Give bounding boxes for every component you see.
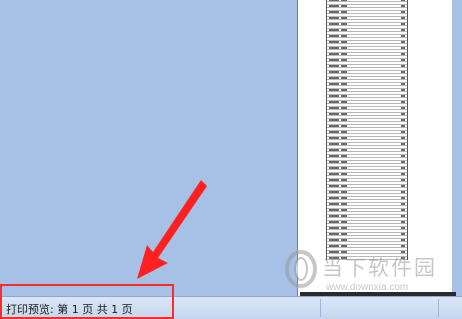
preview-row-line: [327, 190, 407, 191]
watermark: 当下软件园 www.downxia.com: [282, 248, 462, 298]
preview-row-line: [327, 16, 407, 17]
preview-row-line: [327, 10, 407, 11]
preview-row-line: [327, 130, 407, 131]
preview-row-line: [327, 43, 407, 44]
preview-row-line: [327, 121, 407, 122]
preview-row-line: [327, 163, 407, 164]
preview-row-line: [327, 229, 407, 230]
preview-row-line: [327, 136, 407, 137]
preview-row-line: [327, 148, 407, 149]
preview-row-line: [327, 238, 407, 239]
preview-row-line: [327, 172, 407, 173]
watermark-title: 当下软件园: [322, 256, 437, 280]
preview-row-line: [327, 115, 407, 116]
preview-row-line: [327, 103, 407, 104]
preview-row-line: [327, 88, 407, 89]
preview-row-line: [327, 97, 407, 98]
preview-row-line: [327, 61, 407, 62]
preview-row-line: [327, 235, 407, 236]
preview-row-line: [327, 28, 407, 29]
preview-row-line: [327, 181, 407, 182]
preview-row-line: [327, 46, 407, 47]
preview-row-line: [327, 205, 407, 206]
preview-row-line: [327, 169, 407, 170]
preview-row-line: [327, 151, 407, 152]
highlight-box: [0, 284, 174, 319]
preview-row-line: [327, 91, 407, 92]
preview-row-line: [327, 199, 407, 200]
preview-row-line: [327, 19, 407, 20]
preview-row-line: [327, 64, 407, 65]
preview-row-line: [327, 106, 407, 107]
preview-row-line: [327, 118, 407, 119]
preview-row-line: [327, 40, 407, 41]
preview-row-line: [327, 196, 407, 197]
preview-row-line: [327, 193, 407, 194]
preview-row-line: [327, 49, 407, 50]
preview-row-line: [327, 1, 407, 2]
preview-row-line: [327, 178, 407, 179]
preview-row-line: [327, 166, 407, 167]
preview-row-line: [327, 7, 407, 8]
preview-row-line: [327, 112, 407, 113]
preview-row-line: [327, 4, 407, 5]
watermark-url: www.downxia.com: [326, 282, 409, 293]
preview-page-table: [326, 0, 408, 260]
preview-row-line: [327, 214, 407, 215]
preview-row-line: [327, 73, 407, 74]
preview-row-line: [327, 25, 407, 26]
preview-row-line: [327, 55, 407, 56]
preview-row-line: [327, 85, 407, 86]
preview-row-line: [327, 31, 407, 32]
preview-row-line: [327, 175, 407, 176]
preview-row-line: [327, 133, 407, 134]
preview-row-line: [327, 76, 407, 77]
preview-row-line: [327, 34, 407, 35]
preview-row-line: [327, 241, 407, 242]
preview-row-line: [327, 145, 407, 146]
preview-row-line: [327, 187, 407, 188]
preview-row-line: [327, 67, 407, 68]
preview-row-line: [327, 226, 407, 227]
preview-row-line: [327, 232, 407, 233]
preview-row-line: [327, 109, 407, 110]
preview-row-line: [327, 94, 407, 95]
preview-row-line: [327, 244, 407, 245]
preview-row-line: [327, 142, 407, 143]
status-separator: [438, 299, 439, 317]
status-separator: [320, 299, 321, 317]
preview-row-line: [327, 52, 407, 53]
preview-row-line: [327, 202, 407, 203]
preview-row-line: [327, 211, 407, 212]
preview-row-line: [327, 184, 407, 185]
preview-row-line: [327, 157, 407, 158]
preview-row-line: [327, 22, 407, 23]
preview-row-line: [327, 223, 407, 224]
preview-row-line: [327, 160, 407, 161]
watermark-logo-icon: [285, 250, 317, 288]
preview-row-line: [327, 58, 407, 59]
preview-row-line: [327, 79, 407, 80]
preview-row-line: [327, 217, 407, 218]
preview-row-line: [327, 13, 407, 14]
preview-row-line: [327, 37, 407, 38]
preview-row-line: [327, 100, 407, 101]
preview-row-line: [327, 124, 407, 125]
preview-row-line: [327, 154, 407, 155]
preview-row-line: [327, 82, 407, 83]
preview-row-line: [327, 70, 407, 71]
preview-row-line: [327, 139, 407, 140]
preview-row-line: [327, 208, 407, 209]
preview-row-line: [327, 220, 407, 221]
preview-row-line: [327, 127, 407, 128]
